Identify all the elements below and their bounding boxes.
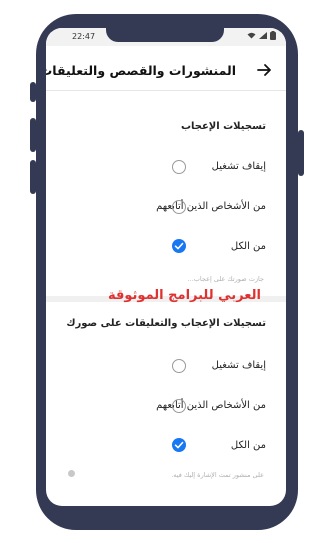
page-title: المنشورات والقصص والتعليقات <box>46 63 236 78</box>
wifi-icon <box>247 32 256 41</box>
likes-hint: جازت صورتك على إعجاب... <box>187 275 264 283</box>
info-icon <box>68 470 75 477</box>
radio-checked[interactable] <box>172 438 186 452</box>
phone-side-button-left-3 <box>30 160 36 194</box>
signal-icon <box>259 32 267 41</box>
radio-checked[interactable] <box>172 239 186 253</box>
option-label: إيقاف تشغيل <box>211 161 266 172</box>
phone-screen: 22:47 المنشورات والقصص والتعليقات تسجيلا… <box>46 28 286 506</box>
section-likes-comments-title: تسجيلات الإعجاب والتعليقات على صورك <box>66 318 266 329</box>
status-time: 22:47 <box>72 32 96 41</box>
phone-side-button-left-1 <box>30 82 36 102</box>
watermark-text: العربي للبرامج الموثوقة <box>108 288 261 303</box>
radio-unchecked[interactable] <box>172 200 186 214</box>
status-bar: 22:47 <box>46 28 286 46</box>
checkmark-icon <box>174 242 184 250</box>
status-icons <box>247 31 276 42</box>
section-likes-title: تسجيلات الإعجاب <box>180 121 266 132</box>
radio-unchecked[interactable] <box>172 359 186 373</box>
phone-side-button-left-2 <box>30 118 36 152</box>
phone-side-button-right <box>298 130 304 176</box>
app-header: المنشورات والقصص والتعليقات <box>46 54 286 91</box>
option-label: من الكل <box>230 440 266 451</box>
option-label: من الكل <box>230 241 266 252</box>
radio-unchecked[interactable] <box>172 399 186 413</box>
option-label: إيقاف تشغيل <box>211 360 266 371</box>
likes-comments-hint: على منشور تمت الإشارة إليك فيه. <box>171 471 264 479</box>
radio-unchecked[interactable] <box>172 160 186 174</box>
checkmark-icon <box>174 441 184 449</box>
phone-notch <box>106 28 224 42</box>
back-arrow-icon[interactable] <box>254 60 274 80</box>
battery-icon <box>270 31 276 42</box>
